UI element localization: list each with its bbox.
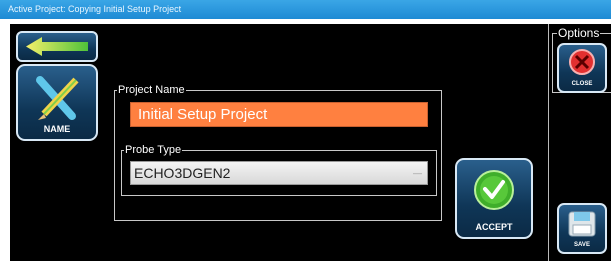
close-icon (569, 49, 595, 75)
probe-type-select[interactable]: ECHO3DGEN2 — (130, 161, 428, 185)
arrow-left-icon (26, 37, 88, 56)
save-button-label: SAVE (574, 242, 590, 248)
project-name-label: Project Name (117, 84, 186, 96)
close-button[interactable]: CLOSE (557, 43, 607, 93)
name-button-label: NAME (43, 124, 71, 134)
save-button[interactable]: SAVE (557, 203, 607, 254)
options-title: Options (557, 26, 601, 40)
accept-button-label: ACCEPT (475, 222, 513, 232)
sidebar-divider (548, 24, 549, 261)
name-button[interactable]: NAME (16, 64, 98, 141)
back-button[interactable] (16, 31, 98, 62)
pencil-ruler-icon (36, 76, 79, 120)
probe-type-value: ECHO3DGEN2 (134, 165, 231, 181)
save-icon (568, 211, 596, 237)
chevron-down-icon: — (413, 168, 422, 178)
checkmark-icon (474, 170, 514, 210)
window-title: Active Project: Copying Initial Setup Pr… (0, 0, 611, 19)
accept-button[interactable]: ACCEPT (455, 158, 533, 239)
probe-type-label: Probe Type (124, 144, 183, 156)
project-name-input[interactable]: Initial Setup Project (130, 102, 428, 127)
close-button-label: CLOSE (571, 81, 593, 87)
